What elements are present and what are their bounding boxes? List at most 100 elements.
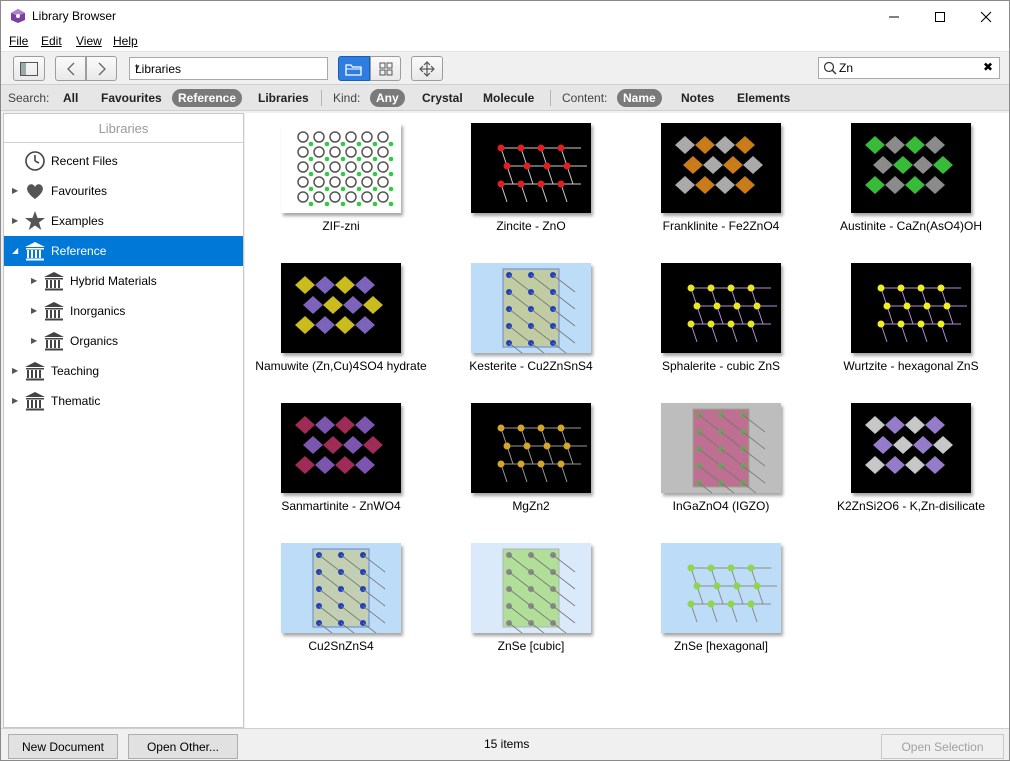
- collapse-arrow-icon[interactable]: ◢: [12, 246, 18, 255]
- sidebar-item-label: Inorganics: [70, 304, 126, 318]
- item-count: 15 items: [484, 737, 530, 751]
- sidebar-item-inorganics[interactable]: ▶ Inorganics: [4, 296, 243, 326]
- sidebar-item-reference[interactable]: ◢ Reference: [4, 236, 243, 266]
- expand-arrow-icon[interactable]: ▶: [12, 186, 18, 195]
- sidebar-header: Libraries: [4, 114, 243, 143]
- item-label: Sanmartinite - ZnWO4: [281, 499, 401, 513]
- expand-arrow-icon[interactable]: ▶: [12, 396, 18, 405]
- grid-icon: [379, 62, 392, 75]
- expand-arrow-icon[interactable]: ▶: [12, 366, 18, 375]
- library-item[interactable]: ZnSe [cubic]: [435, 533, 615, 663]
- sidebar-item-label: Thematic: [51, 394, 101, 408]
- maximize-icon: [935, 11, 945, 22]
- location-combo[interactable]: Libraries ▾: [129, 57, 328, 80]
- sidebar-item-hybrid-materials[interactable]: ▶ Hybrid Materials: [4, 266, 243, 296]
- library-item[interactable]: Wurtzite - hexagonal ZnS: [815, 253, 995, 383]
- sidebar-item-recent-files[interactable]: Recent Files: [4, 146, 243, 176]
- menu-bar: File Edit View Help: [1, 32, 1009, 51]
- search-icon: [823, 61, 837, 75]
- menu-file[interactable]: File: [9, 34, 28, 48]
- library-item[interactable]: Kesterite - Cu2ZnSnS4: [435, 253, 615, 383]
- sidebar-item-thematic[interactable]: ▶ Thematic: [4, 386, 243, 416]
- item-thumbnail: [471, 123, 591, 213]
- expand-arrow-icon[interactable]: ▶: [31, 336, 37, 345]
- toolbar: Libraries ▾ ✖: [1, 51, 1009, 84]
- library-item[interactable]: Sanmartinite - ZnWO4: [245, 393, 425, 523]
- filter-separator: [321, 90, 322, 106]
- library-item[interactable]: ZIF-zni: [245, 113, 425, 243]
- sidebar-item-teaching[interactable]: ▶ Teaching: [4, 356, 243, 386]
- item-label: Cu2SnZnS4: [308, 639, 374, 653]
- item-thumbnail: [661, 263, 781, 353]
- library-item[interactable]: Zincite - ZnO: [435, 113, 615, 243]
- chevron-right-icon: [98, 62, 106, 75]
- menu-view[interactable]: View: [76, 34, 102, 48]
- menu-help[interactable]: Help: [113, 34, 138, 48]
- filter-favourites[interactable]: Favourites: [95, 89, 168, 107]
- back-button[interactable]: [55, 56, 86, 81]
- new-document-button[interactable]: New Document: [8, 734, 118, 759]
- item-label: Zincite - ZnO: [496, 219, 566, 233]
- content-elements[interactable]: Elements: [731, 89, 796, 107]
- item-label: Namuwite (Zn,Cu)4SO4 hydrate: [255, 359, 427, 373]
- clear-search-icon[interactable]: ✖: [983, 60, 993, 74]
- sidebar-item-label: Hybrid Materials: [70, 274, 157, 288]
- library-item[interactable]: MgZn2: [435, 393, 615, 523]
- toggle-sidebar-button[interactable]: [13, 56, 45, 81]
- sidebar-item-label: Teaching: [51, 364, 100, 378]
- library-item[interactable]: Cu2SnZnS4: [245, 533, 425, 663]
- filter-libraries[interactable]: Libraries: [252, 89, 315, 107]
- kind-molecule[interactable]: Molecule: [477, 89, 540, 107]
- library-item[interactable]: Namuwite (Zn,Cu)4SO4 hydrate: [245, 253, 427, 383]
- item-thumbnail: [661, 123, 781, 213]
- library-item[interactable]: Franklinite - Fe2ZnO4: [625, 113, 805, 243]
- window-title: Library Browser: [32, 9, 117, 23]
- content-label: Content:: [562, 91, 608, 105]
- item-thumbnail: [851, 263, 971, 353]
- grid-view-button[interactable]: [370, 56, 401, 81]
- expand-arrow-icon[interactable]: ▶: [12, 216, 18, 225]
- content-notes[interactable]: Notes: [675, 89, 720, 107]
- folder-icon: [345, 63, 362, 76]
- item-label: Sphalerite - cubic ZnS: [661, 359, 781, 373]
- item-thumbnail: [661, 543, 781, 633]
- star-icon: [25, 211, 45, 230]
- library-item[interactable]: Austinite - CaZn(AsO4)OH: [815, 113, 995, 243]
- menu-edit[interactable]: Edit: [41, 34, 62, 48]
- close-icon: [980, 11, 992, 22]
- content-name[interactable]: Name: [617, 89, 662, 107]
- kind-any[interactable]: Any: [370, 89, 405, 107]
- item-label: Kesterite - Cu2ZnSnS4: [469, 359, 593, 373]
- filter-reference[interactable]: Reference: [172, 89, 243, 107]
- minimize-button[interactable]: [871, 1, 917, 32]
- open-selection-button[interactable]: Open Selection: [881, 734, 1004, 759]
- move-button[interactable]: [411, 56, 443, 81]
- folder-view-button[interactable]: [338, 56, 370, 81]
- library-item[interactable]: InGaZnO4 (IGZO): [625, 393, 805, 523]
- close-button[interactable]: [963, 1, 1009, 32]
- filter-all[interactable]: All: [57, 89, 84, 107]
- sidebar-item-examples[interactable]: ▶ Examples: [4, 206, 243, 236]
- heart-icon: [27, 184, 43, 199]
- library-item[interactable]: K2ZnSi2O6 - K,Zn-disilicate: [815, 393, 995, 523]
- maximize-button[interactable]: [917, 1, 963, 32]
- sidebar-item-organics[interactable]: ▶ Organics: [4, 326, 243, 356]
- library-item[interactable]: ZnSe [hexagonal]: [625, 533, 805, 663]
- sidebar-item-label: Examples: [51, 214, 104, 228]
- open-other-button[interactable]: Open Other...: [128, 734, 238, 759]
- filter-separator: [550, 90, 551, 106]
- item-thumbnail: [281, 263, 401, 353]
- search-scope-label: Search:: [8, 91, 50, 105]
- item-thumbnail: [471, 543, 591, 641]
- forward-button[interactable]: [86, 56, 117, 81]
- chevron-down-icon: ▾: [135, 62, 140, 72]
- library-item[interactable]: Sphalerite - cubic ZnS: [625, 253, 805, 383]
- kind-crystal[interactable]: Crystal: [416, 89, 469, 107]
- item-label: Wurtzite - hexagonal ZnS: [843, 359, 979, 373]
- search-box: ✖: [818, 57, 1000, 79]
- expand-arrow-icon[interactable]: ▶: [31, 276, 37, 285]
- app-icon: [11, 9, 25, 23]
- search-input[interactable]: [839, 60, 979, 76]
- sidebar-item-favourites[interactable]: ▶ Favourites: [4, 176, 243, 206]
- expand-arrow-icon[interactable]: ▶: [31, 306, 37, 315]
